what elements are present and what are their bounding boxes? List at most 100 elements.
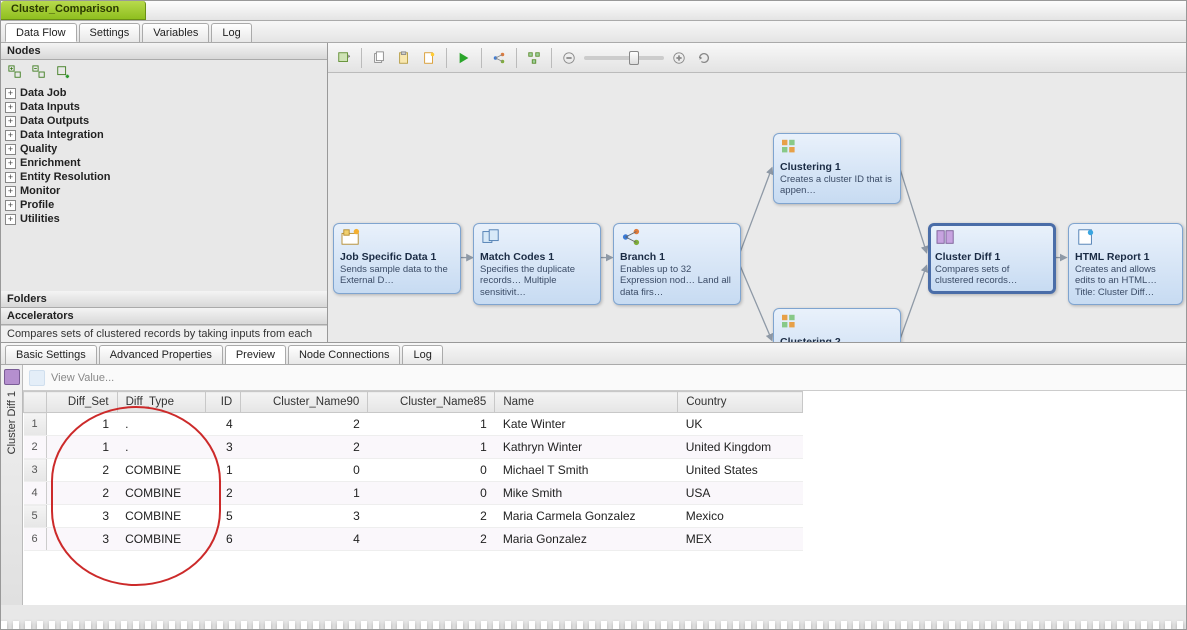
collapse-all-icon[interactable]: [30, 63, 48, 81]
tree-item-quality[interactable]: +Quality: [5, 142, 323, 156]
node-match-codes[interactable]: Match Codes 1 Specifies the duplicate re…: [473, 223, 601, 305]
plus-icon[interactable]: +: [5, 130, 16, 141]
tab-basic-settings[interactable]: Basic Settings: [5, 345, 97, 364]
main-tabs: Data Flow Settings Variables Log: [1, 21, 1186, 43]
plus-icon[interactable]: +: [5, 158, 16, 169]
cell-name: Michael T Smith: [495, 459, 678, 482]
node-title: Job Specific Data 1: [340, 251, 454, 263]
table-row[interactable]: 11.421Kate WinterUK: [24, 413, 803, 436]
report-icon: [1075, 228, 1097, 246]
plus-icon[interactable]: +: [5, 116, 16, 127]
rownum-cell: 5: [24, 505, 47, 528]
tree-label: Monitor: [20, 185, 60, 197]
node-title: Branch 1: [620, 251, 734, 263]
col-diff-type[interactable]: Diff_Type: [117, 392, 206, 413]
plus-icon[interactable]: +: [5, 144, 16, 155]
panel-folders-header[interactable]: Folders: [1, 291, 327, 308]
tree-item-utilities[interactable]: + Utilities: [5, 212, 323, 226]
paste-icon[interactable]: [394, 48, 414, 68]
tree-label: Data Inputs: [20, 101, 80, 113]
tab-settings[interactable]: Settings: [79, 23, 141, 42]
preview-toolbar: View Value...: [23, 365, 1186, 391]
rownum-cell: 2: [24, 436, 47, 459]
zoom-out-icon[interactable]: [559, 48, 579, 68]
tree-item-entity-resolution[interactable]: +Entity Resolution: [5, 170, 323, 184]
tree-item-monitor[interactable]: + Monitor: [5, 184, 323, 198]
view-value-label[interactable]: View Value...: [51, 372, 114, 384]
job-title-tab[interactable]: Cluster_Comparison: [1, 1, 146, 20]
canvas-wrap: Job Specific Data 1 Sends sample data to…: [328, 43, 1186, 342]
tree-item-enrichment[interactable]: + Enrichment: [5, 156, 323, 170]
node-branch[interactable]: Branch 1 Enables up to 32 Expression nod…: [613, 223, 741, 305]
table-row[interactable]: 42COMBINE210Mike SmithUSA: [24, 482, 803, 505]
expand-all-icon[interactable]: [6, 63, 24, 81]
tab-node-connections[interactable]: Node Connections: [288, 345, 401, 364]
preview-side-tab[interactable]: Cluster Diff 1: [1, 365, 23, 605]
tree-item-data-inputs[interactable]: + Data Inputs: [5, 100, 323, 114]
node-cluster-diff[interactable]: Cluster Diff 1 Compares sets of clustere…: [928, 223, 1056, 294]
plus-icon[interactable]: +: [5, 200, 16, 211]
tree-label: Enrichment: [20, 157, 81, 169]
preview-grid[interactable]: Diff_Set Diff_Type ID Cluster_Name90 Clu…: [23, 391, 803, 551]
node-clustering-1[interactable]: Clustering 1 Creates a cluster ID that i…: [773, 133, 901, 204]
save-dropdown-icon[interactable]: [334, 48, 354, 68]
node-description: Compares sets of clustered records by ta…: [1, 325, 327, 342]
panel-accelerators-header[interactable]: Accelerators: [1, 308, 327, 325]
cell-country: United States: [678, 459, 803, 482]
tab-properties-log[interactable]: Log: [402, 345, 442, 364]
tab-data-flow[interactable]: Data Flow: [5, 23, 77, 42]
link-icon[interactable]: [489, 48, 509, 68]
node-sub: Specifies the duplicate records… Multipl…: [480, 264, 594, 298]
rownum-header: [24, 392, 47, 413]
table-row[interactable]: 53COMBINE532Maria Carmela GonzalezMexico: [24, 505, 803, 528]
col-id[interactable]: ID: [206, 392, 241, 413]
plus-icon[interactable]: +: [5, 172, 16, 183]
col-country[interactable]: Country: [678, 392, 803, 413]
node-job-specific-data[interactable]: Job Specific Data 1 Sends sample data to…: [333, 223, 461, 294]
view-value-icon[interactable]: [29, 370, 45, 386]
refresh-icon[interactable]: [694, 48, 714, 68]
new-icon[interactable]: [419, 48, 439, 68]
tab-preview[interactable]: Preview: [225, 345, 286, 364]
separator: [361, 48, 362, 68]
table-row[interactable]: 32COMBINE100Michael T SmithUnited States: [24, 459, 803, 482]
tree-item-data-integration[interactable]: +Data Integration: [5, 128, 323, 142]
run-icon[interactable]: [454, 48, 474, 68]
grid-wrap[interactable]: Diff_Set Diff_Type ID Cluster_Name90 Clu…: [23, 391, 1186, 605]
node-html-report[interactable]: HTML Report 1 Creates and allows edits t…: [1068, 223, 1183, 305]
tree-label: Utilities: [20, 213, 60, 225]
zoom-thumb[interactable]: [629, 51, 639, 65]
plus-icon[interactable]: +: [5, 186, 16, 197]
tab-log[interactable]: Log: [211, 23, 251, 42]
table-row[interactable]: 63COMBINE642Maria GonzalezMEX: [24, 528, 803, 551]
tab-advanced-properties[interactable]: Advanced Properties: [99, 345, 223, 364]
cluster-icon: [780, 138, 802, 156]
tree-item-data-job[interactable]: +Data Job: [5, 86, 323, 100]
cell-country: Mexico: [678, 505, 803, 528]
panel-nodes-header[interactable]: Nodes: [1, 43, 327, 60]
col-cluster-name90[interactable]: Cluster_Name90: [241, 392, 368, 413]
separator: [446, 48, 447, 68]
plus-icon[interactable]: +: [5, 214, 16, 225]
node-sub: Compares sets of clustered records…: [935, 264, 1049, 287]
col-name[interactable]: Name: [495, 392, 678, 413]
cell-id: 2: [206, 482, 241, 505]
cell-diff-type: COMBINE: [117, 459, 206, 482]
node-clustering-2[interactable]: Clustering 2 Creates a cluster ID that i…: [773, 308, 901, 342]
plus-icon[interactable]: +: [5, 88, 16, 99]
table-row[interactable]: 21.321Kathryn WinterUnited Kingdom: [24, 436, 803, 459]
zoom-slider[interactable]: [584, 56, 664, 60]
nodes-tree[interactable]: +Data Job + Data Inputs +Data Outputs +Da…: [1, 84, 327, 291]
layout-icon[interactable]: [524, 48, 544, 68]
tree-item-data-outputs[interactable]: +Data Outputs: [5, 114, 323, 128]
cell-cn90: 2: [241, 413, 368, 436]
plus-icon[interactable]: +: [5, 102, 16, 113]
tree-item-profile[interactable]: +Profile: [5, 198, 323, 212]
col-diff-set[interactable]: Diff_Set: [46, 392, 117, 413]
copy-icon[interactable]: [369, 48, 389, 68]
tab-variables[interactable]: Variables: [142, 23, 209, 42]
zoom-in-icon[interactable]: [669, 48, 689, 68]
col-cluster-name85[interactable]: Cluster_Name85: [368, 392, 495, 413]
flow-canvas[interactable]: Job Specific Data 1 Sends sample data to…: [328, 73, 1186, 342]
add-node-icon[interactable]: [54, 63, 72, 81]
